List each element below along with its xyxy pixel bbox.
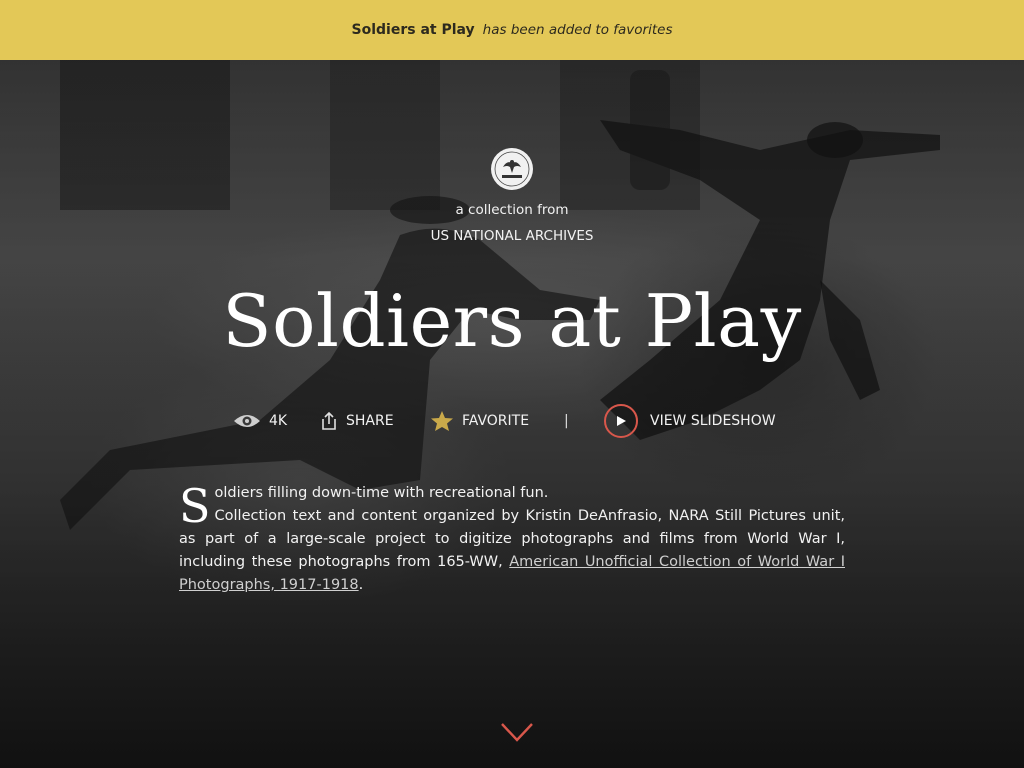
hero-content: a collection from US NATIONAL ARCHIVES S… — [0, 60, 1024, 768]
notification-collection-name: Soldiers at Play — [351, 22, 475, 38]
share-button[interactable]: SHARE — [320, 402, 394, 440]
favorite-label: FAVORITE — [462, 413, 530, 429]
slideshow-label: VIEW SLIDESHOW — [650, 413, 776, 429]
publisher-link[interactable]: US NATIONAL ARCHIVES — [0, 228, 1024, 244]
favorite-button[interactable]: FAVORITE — [430, 402, 529, 440]
description-intro: oldiers filling down-time with recreatio… — [214, 485, 549, 501]
play-icon — [604, 404, 638, 438]
actions-divider: | — [564, 413, 569, 429]
star-icon — [430, 410, 454, 432]
view-slideshow-button[interactable]: VIEW SLIDESHOW — [604, 402, 776, 440]
share-icon — [320, 411, 338, 431]
collection-actions: 4K SHARE FAVORITE | VIEW SLIDESHOW — [0, 402, 1024, 440]
eagle-seal-icon — [494, 151, 530, 187]
collection-page: Soldiers at Play has been added to favor… — [0, 0, 1024, 768]
notification-message: has been added to favorites — [482, 22, 673, 38]
description-trailing: . — [358, 577, 364, 593]
chevron-down-icon[interactable] — [497, 718, 537, 748]
view-count: 4K — [233, 402, 287, 440]
share-label: SHARE — [346, 413, 394, 429]
national-archives-logo[interactable] — [491, 148, 533, 190]
view-count-value: 4K — [269, 413, 288, 429]
collection-description: S oldiers filling down-time with recreat… — [179, 482, 845, 597]
favorite-notification-bar: Soldiers at Play has been added to favor… — [0, 0, 1024, 60]
eye-icon — [233, 413, 261, 429]
collection-title: Soldiers at Play — [222, 279, 802, 363]
description-dropcap: S — [179, 479, 211, 533]
collection-from-label: a collection from — [455, 202, 569, 218]
